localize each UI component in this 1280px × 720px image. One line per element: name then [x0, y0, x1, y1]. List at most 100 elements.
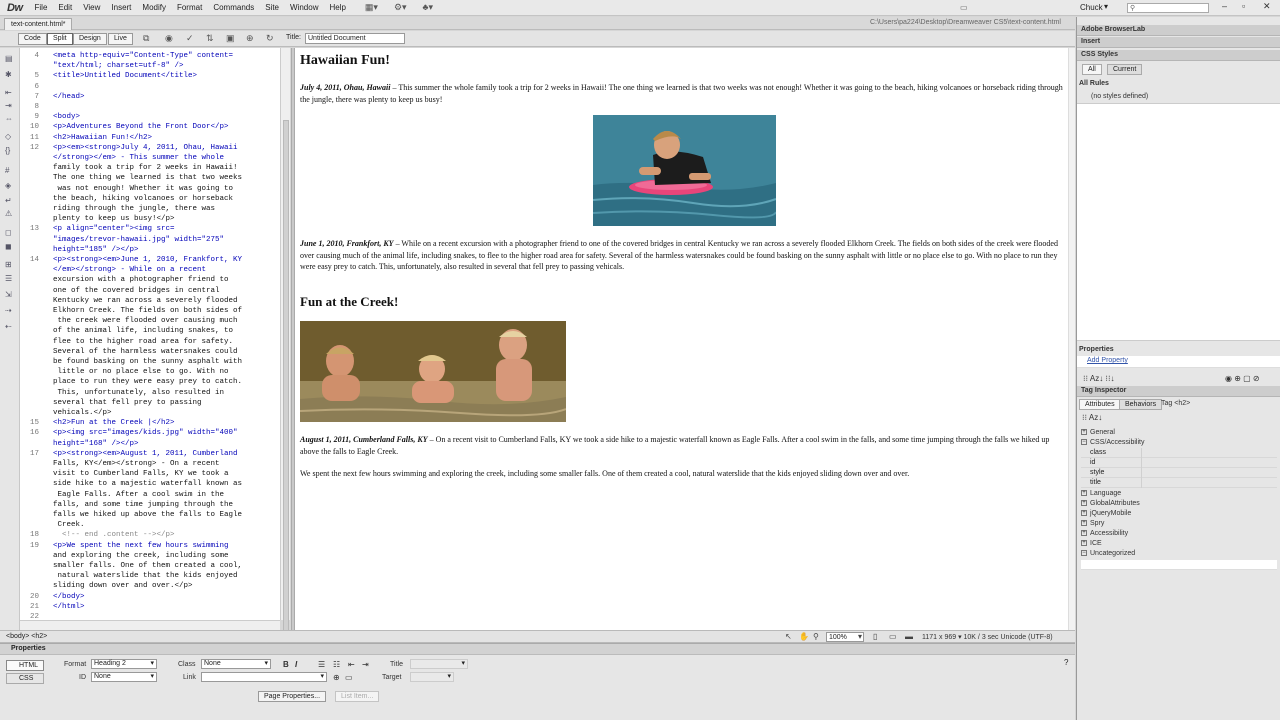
- outdent-icon[interactable]: ⇤: [348, 660, 355, 669]
- code-line[interactable]: the creek were flooded over causing much: [20, 316, 280, 326]
- tag-tab-behaviors[interactable]: Behaviors: [1119, 399, 1163, 410]
- code-line[interactable]: little or no place else to go. With no: [20, 367, 280, 377]
- menu-site[interactable]: Site: [265, 3, 279, 12]
- uncategorized-empty-row[interactable]: [1081, 560, 1277, 570]
- code-line[interactable]: sliding down over and over.</p>: [20, 581, 280, 591]
- menu-view[interactable]: View: [83, 3, 100, 12]
- layout-icon[interactable]: ▦▾: [365, 2, 378, 13]
- code-line[interactable]: Elkhorn Creek. The fields on both sides …: [20, 306, 280, 316]
- insert-panel-header[interactable]: Insert: [1077, 37, 1280, 48]
- live-view-button[interactable]: Live: [108, 33, 133, 45]
- mobile-size-icon[interactable]: ▯: [873, 632, 877, 641]
- code-line[interactable]: This, unfortunately, also resulted in: [20, 388, 280, 398]
- code-line[interactable]: excursion with a photographer friend to: [20, 275, 280, 285]
- browserlab-panel-header[interactable]: Adobe BrowserLab: [1077, 25, 1280, 36]
- target-select[interactable]: [410, 672, 454, 682]
- code-line[interactable]: 13 <p align="center"><img src=: [20, 224, 280, 234]
- code-line[interactable]: family took a trip for 2 weeks in Hawaii…: [20, 163, 280, 173]
- tag-tab-attributes[interactable]: Attributes: [1079, 399, 1121, 410]
- add-property-link[interactable]: Add Property: [1087, 357, 1128, 364]
- paragraph-swimming[interactable]: We spent the next few hours swimming and…: [300, 468, 1068, 480]
- id-select[interactable]: None: [91, 672, 157, 682]
- balance-braces-icon[interactable]: {}: [5, 146, 10, 155]
- help-search-input[interactable]: ⚲: [1127, 3, 1209, 13]
- move-css-icon[interactable]: ⇲: [5, 290, 12, 299]
- menu-edit[interactable]: Edit: [58, 3, 72, 12]
- refresh-icon[interactable]: ↻: [266, 33, 274, 44]
- code-line[interactable]: 14 <p><strong><em>June 1, 2010, Frankfort…: [20, 255, 280, 265]
- css-panel-action-icons[interactable]: ◉ ⊕ ▢ ⊘: [1225, 374, 1260, 383]
- menu-window[interactable]: Window: [290, 3, 318, 12]
- code-line[interactable]: flee to the higher road area for safety.: [20, 337, 280, 347]
- link-input[interactable]: [201, 672, 327, 682]
- select-parent-tag-icon[interactable]: ◇: [5, 132, 11, 141]
- css-mode-button[interactable]: CSS: [6, 673, 44, 684]
- hand-tool-icon[interactable]: ✋: [799, 632, 809, 641]
- code-scroll-thumb[interactable]: [283, 120, 289, 640]
- code-line[interactable]: 16 <p><img src="images/kids.jpg" width="4…: [20, 428, 280, 438]
- user-menu[interactable]: Chuck: [1080, 3, 1103, 12]
- italic-button[interactable]: I: [295, 660, 297, 669]
- code-line[interactable]: the beach, hiking volcanoes or horseback: [20, 194, 280, 204]
- code-line[interactable]: 11 <h2>Hawaiian Fun!</h2>: [20, 133, 280, 143]
- code-line[interactable]: 9 <body>: [20, 112, 280, 122]
- menu-help[interactable]: Help: [329, 3, 345, 12]
- close-icon[interactable]: ✕: [1263, 1, 1271, 12]
- code-line[interactable]: </em></strong> - While on a recent: [20, 265, 280, 275]
- heading-fun-at-the-creek[interactable]: Fun at the Creek!: [300, 294, 398, 310]
- code-line[interactable]: plenty to keep us busy!</p>: [20, 214, 280, 224]
- category-language[interactable]: + Language: [1081, 489, 1277, 499]
- design-vertical-scrollbar[interactable]: [1068, 48, 1075, 630]
- document-title-input[interactable]: Untitled Document: [305, 33, 405, 44]
- word-wrap-icon[interactable]: ↵: [5, 196, 12, 205]
- code-horizontal-scrollbar[interactable]: [20, 620, 280, 630]
- code-line[interactable]: 19 <p>We spent the next few hours swimmin…: [20, 541, 280, 551]
- code-line[interactable]: 22: [20, 612, 280, 620]
- code-line[interactable]: 15 <h2>Fun at the Creek |</h2>: [20, 418, 280, 428]
- code-line[interactable]: was not enough! Whether it was going to: [20, 184, 280, 194]
- site-icon[interactable]: ♣▾: [423, 2, 433, 13]
- code-line[interactable]: of the animal life, including snakes, to: [20, 326, 280, 336]
- menu-modify[interactable]: Modify: [142, 3, 166, 12]
- indent-icon[interactable]: ⇥: [362, 660, 369, 669]
- class-select[interactable]: None: [201, 659, 271, 669]
- category-jquerymobile[interactable]: + jQueryMobile: [1081, 509, 1277, 519]
- code-line[interactable]: Falls, KY</em></strong> - On a recent: [20, 459, 280, 469]
- code-line[interactable]: Creek.: [20, 520, 280, 530]
- code-line[interactable]: smaller falls. One of them created a coo…: [20, 561, 280, 571]
- code-line[interactable]: vehicals.</p>: [20, 408, 280, 418]
- code-line[interactable]: be found basking on the sunny asphalt wi…: [20, 357, 280, 367]
- properties-header[interactable]: Properties: [0, 644, 1075, 655]
- document-tab[interactable]: text-content.html*: [4, 18, 73, 30]
- code-line[interactable]: side hike to a majestic waterfall known …: [20, 479, 280, 489]
- select-tool-icon[interactable]: ↖: [785, 632, 792, 641]
- file-management-icon[interactable]: ⇅: [206, 33, 214, 44]
- highlight-invalid-icon[interactable]: ◈: [5, 181, 11, 190]
- code-line[interactable]: visit to Cumberland Falls, KY we took a: [20, 469, 280, 479]
- apply-comment-icon[interactable]: ◻: [5, 228, 12, 237]
- code-line[interactable]: 12 <p><em><strong>July 4, 2011, Ohau, Haw…: [20, 143, 280, 153]
- show-code-navigator-icon[interactable]: ✱: [5, 70, 12, 79]
- code-line[interactable]: 20 </body>: [20, 592, 280, 602]
- code-line[interactable]: falls we hiked up above the falls to Eag…: [20, 510, 280, 520]
- tag-selector[interactable]: <body> <h2>: [6, 633, 47, 640]
- attr-class[interactable]: class: [1081, 448, 1277, 458]
- collapse-selection-icon[interactable]: ⇥: [5, 101, 12, 110]
- add-property-row[interactable]: Add Property: [1077, 356, 1280, 368]
- design-view[interactable]: Hawaiian Fun! July 4, 2011, Ohau, Hawaii…: [295, 48, 1075, 630]
- wrap-tag-icon[interactable]: ⊞: [5, 260, 12, 269]
- css-rules-list[interactable]: [1077, 103, 1280, 341]
- code-line[interactable]: 8: [20, 102, 280, 112]
- category-uncategorized[interactable]: − Uncategorized: [1081, 549, 1277, 559]
- kids-creek-image[interactable]: [300, 321, 566, 422]
- code-line[interactable]: Eagle Falls. After a cool swim in the: [20, 490, 280, 500]
- expand-all-icon[interactable]: ⇔: [5, 114, 13, 123]
- code-line[interactable]: Kentucky we ran across a severely floode…: [20, 296, 280, 306]
- code-line[interactable]: 7 </head>: [20, 92, 280, 102]
- code-line[interactable]: 6: [20, 82, 280, 92]
- code-line[interactable]: 4 <meta http-equiv="Content-Type" content…: [20, 51, 280, 61]
- code-line[interactable]: Several of the harmless watersnakes coul…: [20, 347, 280, 357]
- help-icon[interactable]: ?: [1064, 658, 1068, 667]
- paragraph-cumberland[interactable]: August 1, 2011, Cumberland Falls, KY – O…: [300, 434, 1068, 457]
- tag-view-toggle-icons[interactable]: ⁝⁝ Az↓: [1082, 413, 1102, 422]
